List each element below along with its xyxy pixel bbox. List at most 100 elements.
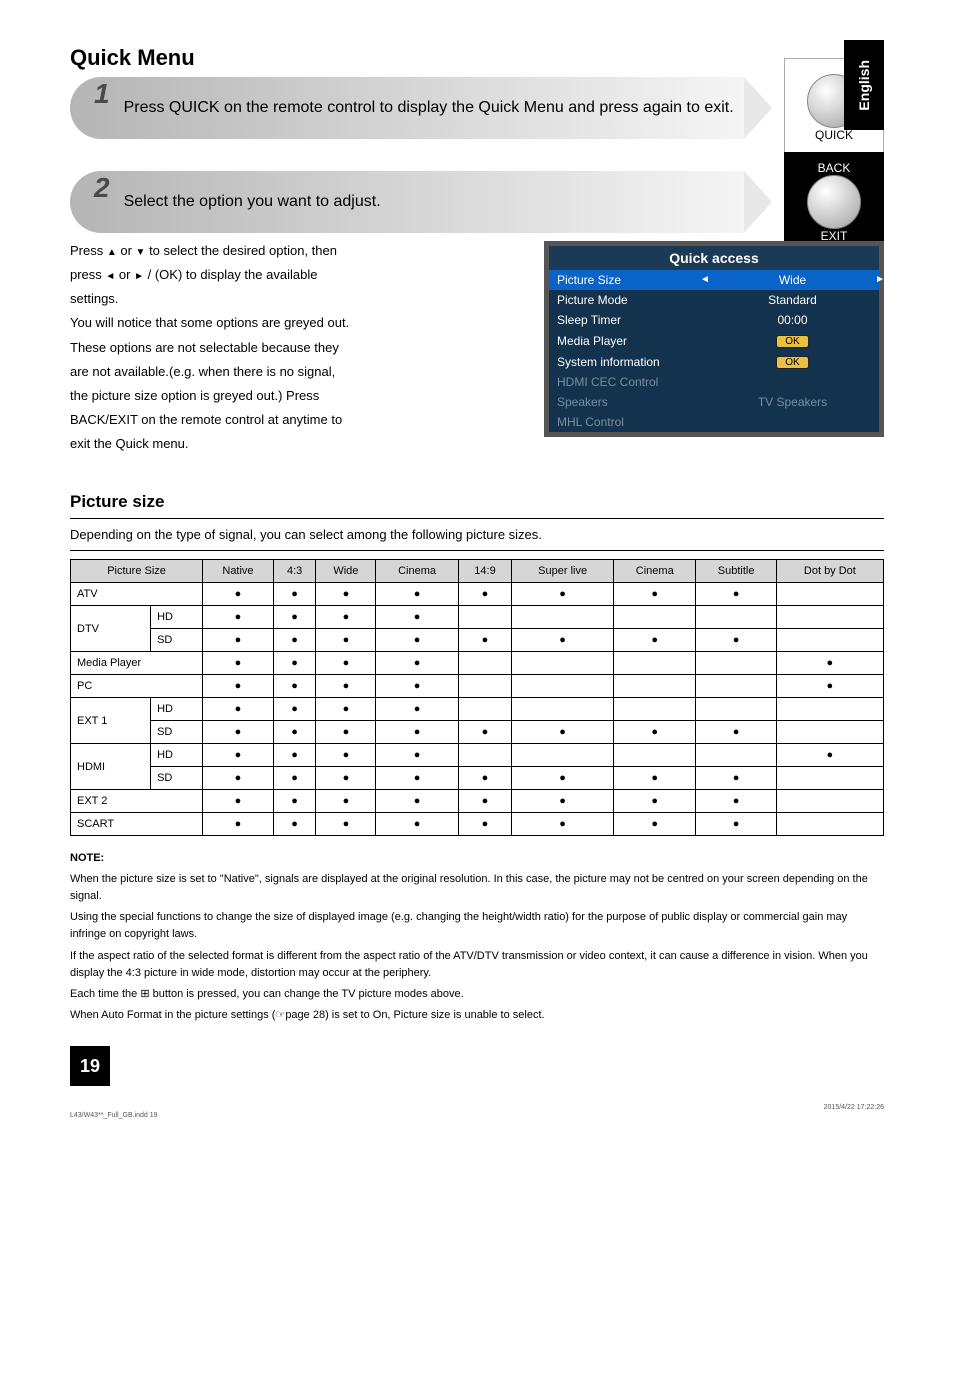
table-cell: ●: [273, 675, 316, 698]
table-cell: [776, 790, 883, 813]
table-cell: ●: [316, 790, 376, 813]
ok-badge: OK: [776, 356, 808, 369]
table-cell: ●: [203, 813, 274, 836]
table-cell: ●: [614, 583, 696, 606]
step-2-body: 2 Select the option you want to adjust.: [70, 171, 744, 233]
table-cell: ●: [512, 721, 614, 744]
back-label: BACK: [818, 161, 851, 175]
instruction-line-2: press or / (OK) to display the available: [70, 265, 524, 285]
table-cell: [614, 606, 696, 629]
table-cell: ●: [203, 675, 274, 698]
picture-size-heading: Picture size: [70, 492, 884, 512]
table-cell: ●: [776, 652, 883, 675]
menu-row-label: Media Player: [557, 334, 714, 348]
row-label-cell: ATV: [71, 583, 203, 606]
menu-row: Media PlayerOK: [549, 330, 879, 351]
th-picture-size: Picture Size: [71, 560, 203, 583]
th-cinema: Cinema: [376, 560, 458, 583]
divider: [70, 550, 884, 551]
menu-row: Sleep Timer00:00: [549, 310, 879, 330]
table-cell: [776, 767, 883, 790]
menu-row-label: Speakers: [557, 395, 714, 409]
table-row: ATV●●●●●●●●: [71, 583, 884, 606]
table-cell: ●: [614, 721, 696, 744]
quick-access-title: Quick access: [549, 246, 879, 270]
footer-tag: L43/W43**_Full_GB.indd 19: [70, 1112, 158, 1119]
menu-row-label: Picture Mode: [557, 293, 714, 307]
table-cell: ●: [203, 652, 274, 675]
table-cell: ●: [203, 721, 274, 744]
table-cell: ●: [458, 583, 511, 606]
quick-button-label: QUICK: [815, 128, 853, 142]
menu-row: System informationOK: [549, 351, 879, 372]
step-2-text: Select the option you want to adjust.: [124, 193, 381, 211]
table-cell: ●: [458, 790, 511, 813]
chevron-left-icon: ◄: [700, 274, 710, 285]
step-1-body: 1 Press QUICK on the remote control to d…: [70, 77, 744, 139]
row-label-cell: PC: [71, 675, 203, 698]
menu-row-label: Picture Size: [557, 273, 714, 287]
instruction-line-7: the picture size option is greyed out.) …: [70, 386, 524, 406]
table-cell: ●: [273, 813, 316, 836]
reference-icon: ☞: [275, 1009, 285, 1021]
row-sublabel-cell: SD: [151, 629, 203, 652]
table-cell: ●: [316, 698, 376, 721]
note-2: Using the special functions to change th…: [70, 909, 884, 943]
instruction-line-1: Press or to select the desired option, t…: [70, 241, 524, 261]
menu-row-value: Wide◄►: [714, 273, 871, 287]
table-cell: ●: [316, 606, 376, 629]
chevron-right-icon: ►: [875, 274, 885, 285]
table-cell: ●: [273, 606, 316, 629]
menu-row: MHL Control: [549, 412, 879, 432]
language-tab-label: English: [856, 60, 872, 111]
table-cell: ●: [376, 606, 458, 629]
table-cell: ●: [316, 721, 376, 744]
table-cell: ●: [614, 629, 696, 652]
table-cell: ●: [512, 790, 614, 813]
menu-row: SpeakersTV Speakers: [549, 392, 879, 412]
table-cell: ●: [203, 583, 274, 606]
note-5: When Auto Format in the picture settings…: [70, 1007, 884, 1024]
table-cell: [696, 675, 776, 698]
row-label-cell: EXT 2: [71, 790, 203, 813]
table-cell: ●: [316, 813, 376, 836]
instruction-line-4: You will notice that some options are gr…: [70, 313, 524, 333]
th-cinema2: Cinema: [614, 560, 696, 583]
menu-row-value: Standard: [714, 293, 871, 307]
table-cell: ●: [512, 813, 614, 836]
table-cell: [776, 629, 883, 652]
table-cell: ●: [203, 698, 274, 721]
instruction-line-8: BACK/EXIT on the remote control at anyti…: [70, 410, 524, 430]
th-14-9: 14:9: [458, 560, 511, 583]
table-cell: ●: [273, 652, 316, 675]
table-cell: [512, 698, 614, 721]
step-2-number: 2: [94, 172, 110, 204]
table-cell: [512, 744, 614, 767]
table-cell: ●: [316, 652, 376, 675]
table-row: DTVHD●●●●: [71, 606, 884, 629]
language-tab: English: [844, 40, 884, 130]
table-cell: ●: [696, 629, 776, 652]
step-1-bar: 1 Press QUICK on the remote control to d…: [70, 77, 884, 139]
th-wide: Wide: [316, 560, 376, 583]
table-cell: [458, 698, 511, 721]
table-cell: ●: [376, 698, 458, 721]
table-cell: ●: [696, 721, 776, 744]
table-cell: ●: [316, 583, 376, 606]
table-cell: ●: [273, 767, 316, 790]
table-cell: [458, 675, 511, 698]
table-cell: ●: [316, 675, 376, 698]
note-3: If the aspect ratio of the selected form…: [70, 948, 884, 982]
row-sublabel-cell: SD: [151, 767, 203, 790]
table-cell: ●: [273, 790, 316, 813]
table-cell: [512, 652, 614, 675]
note-1: When the picture size is set to "Native"…: [70, 871, 884, 905]
footer-stamp: 2015/4/22 17:22:26: [824, 1104, 884, 1111]
page-number: 19: [70, 1046, 110, 1086]
th-4-3: 4:3: [273, 560, 316, 583]
row-sublabel-cell: SD: [151, 721, 203, 744]
table-row: HDMIHD●●●●●: [71, 744, 884, 767]
table-cell: ●: [376, 652, 458, 675]
table-cell: ●: [203, 790, 274, 813]
table-cell: ●: [512, 629, 614, 652]
